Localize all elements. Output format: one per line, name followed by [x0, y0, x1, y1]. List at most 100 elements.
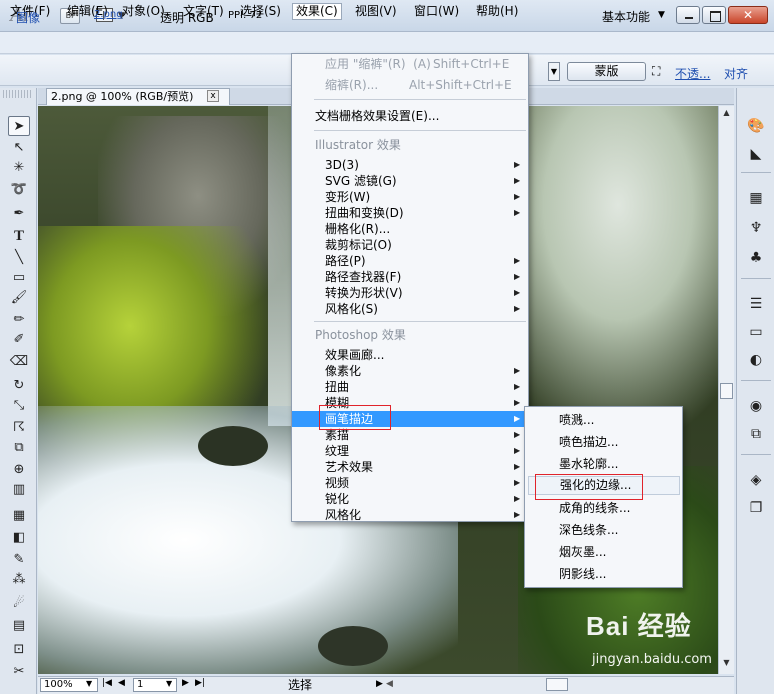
- menu-item-apply-last-effect[interactable]: 应用 "缩裤"(R) (A) Shift+Ctrl+E: [292, 56, 528, 72]
- vertical-scrollbar[interactable]: ▲ ▼: [718, 106, 734, 674]
- baidu-watermark: Bai 经验 jingyan.baidu.com: [586, 606, 771, 686]
- type-tool-icon[interactable]: T: [8, 226, 30, 246]
- color-guide-icon[interactable]: ◣: [745, 144, 767, 164]
- brushes-icon[interactable]: ♆: [745, 218, 767, 238]
- menu-item-crop-marks[interactable]: 裁剪标记(O): [292, 237, 528, 253]
- scroll-thumb[interactable]: [720, 383, 733, 399]
- chevron-down-icon[interactable]: ▼: [658, 10, 665, 20]
- rotate-tool-icon[interactable]: ↻: [8, 376, 30, 396]
- graph-tool-icon[interactable]: ▥: [8, 480, 30, 500]
- menu-item-distort[interactable]: 扭曲 ▶: [292, 379, 528, 395]
- menu-item-rasterize[interactable]: 栅格化(R)...: [292, 221, 528, 237]
- gradient-panel-icon[interactable]: ▭: [745, 322, 767, 342]
- symbol-sprayer-tool-icon[interactable]: ☄: [8, 594, 30, 614]
- pencil-tool-icon[interactable]: ✏: [8, 310, 30, 330]
- menu-item-pixelate[interactable]: 像素化 ▶: [292, 363, 528, 379]
- pen-tool-icon[interactable]: ✒: [8, 204, 30, 224]
- menu-item-last-effect[interactable]: 缩裤(R)... Alt+Shift+Ctrl+E: [292, 77, 528, 93]
- panel-grip[interactable]: [3, 90, 33, 98]
- eraser-tool-icon[interactable]: ⌫: [8, 352, 30, 372]
- document-tab[interactable]: 2.png @ 100% (RGB/预览): [46, 88, 230, 105]
- menu-item-effect-gallery[interactable]: 效果画廊...: [292, 347, 528, 363]
- chevron-down-icon[interactable]: ▼: [86, 679, 92, 688]
- image-label-link[interactable]: 图像: [16, 9, 40, 26]
- menu-item-pathfinder[interactable]: 路径查找器(F) ▶: [292, 269, 528, 285]
- menu-item-distort-transform[interactable]: 扭曲和变换(D) ▶: [292, 205, 528, 221]
- artboard-tool-icon[interactable]: ⊡: [8, 640, 30, 660]
- graphic-styles-icon[interactable]: ⧉: [745, 424, 767, 444]
- eyedropper-tool-icon[interactable]: ✎: [8, 550, 30, 570]
- transparency-panel-icon[interactable]: ◐: [745, 350, 767, 370]
- status-menu-icon[interactable]: ▶: [376, 679, 383, 689]
- mesh-tool-icon[interactable]: ▦: [8, 506, 30, 526]
- rectangle-tool-icon[interactable]: ▭: [8, 268, 30, 288]
- appearance-icon[interactable]: ◉: [745, 396, 767, 416]
- submenu-item-crosshatch[interactable]: 阴影线...: [525, 565, 682, 584]
- menu-item-stylize-illustrator[interactable]: 风格化(S) ▶: [292, 301, 528, 317]
- menu-view[interactable]: 视图(V): [352, 3, 400, 20]
- mask-button[interactable]: 蒙版: [567, 62, 646, 81]
- submenu-item-sumi-e[interactable]: 烟灰墨...: [525, 543, 682, 562]
- control-dropdown[interactable]: ▼: [548, 62, 560, 81]
- menu-item-artistic[interactable]: 艺术效果 ▶: [292, 459, 528, 475]
- last-page-icon[interactable]: ▶|: [195, 678, 205, 688]
- menu-item-stylize-photoshop[interactable]: 风格化 ▶: [292, 507, 528, 523]
- lasso-tool-icon[interactable]: ➰: [8, 180, 30, 200]
- menu-item-document-raster-settings[interactable]: 文档栅格效果设置(E)...: [292, 108, 528, 124]
- menu-item-svg-filters[interactable]: SVG 滤镜(G) ▶: [292, 173, 528, 189]
- scroll-left-icon[interactable]: ◀: [386, 679, 393, 689]
- layers-icon[interactable]: ◈: [745, 470, 767, 490]
- chevron-down-icon[interactable]: ▼: [166, 679, 172, 688]
- line-tool-icon[interactable]: ╲: [8, 248, 30, 268]
- menu-help[interactable]: 帮助(H): [473, 3, 521, 20]
- submenu-item-ink-outlines[interactable]: 墨水轮廓...: [525, 455, 682, 474]
- warp-tool-icon[interactable]: ☈: [8, 418, 30, 438]
- scale-tool-icon[interactable]: ⤡: [8, 396, 30, 416]
- magic-wand-tool-icon[interactable]: ✳: [8, 158, 30, 178]
- horizontal-scroll-thumb[interactable]: [546, 678, 568, 691]
- menu-item-warp[interactable]: 变形(W) ▶: [292, 189, 528, 205]
- gradient-tool-icon[interactable]: ◧: [8, 528, 30, 548]
- blob-brush-tool-icon[interactable]: ✐: [8, 330, 30, 350]
- minimize-button[interactable]: [676, 6, 700, 24]
- menu-item-sharpen[interactable]: 锐化 ▶: [292, 491, 528, 507]
- shape-builder-tool-icon[interactable]: ⊕: [8, 460, 30, 480]
- first-page-icon[interactable]: |◀: [102, 678, 112, 688]
- paintbrush-tool-icon[interactable]: 🖌: [8, 288, 30, 308]
- menu-window[interactable]: 窗口(W): [411, 3, 462, 20]
- slice-tool-icon[interactable]: ✂: [8, 662, 30, 682]
- status-text[interactable]: 选择: [288, 678, 312, 692]
- column-graph-tool-icon[interactable]: ▤: [8, 616, 30, 636]
- selection-tool-icon[interactable]: ➤: [8, 116, 30, 136]
- color-panel-icon[interactable]: 🎨: [745, 116, 767, 136]
- menu-item-convert-to-shape[interactable]: 转换为形状(V) ▶: [292, 285, 528, 301]
- menu-item-3d[interactable]: 3D(3) ▶: [292, 157, 528, 173]
- next-page-icon[interactable]: ▶: [182, 678, 189, 688]
- menu-item-video[interactable]: 视频 ▶: [292, 475, 528, 491]
- previous-page-icon[interactable]: ◀: [118, 678, 125, 688]
- direct-selection-tool-icon[interactable]: ↖: [8, 138, 30, 158]
- menu-item-path[interactable]: 路径(P) ▶: [292, 253, 528, 269]
- free-transform-tool-icon[interactable]: ⧉: [8, 438, 30, 458]
- linked-file-link[interactable]: 2.png: [94, 9, 123, 20]
- blend-tool-icon[interactable]: ⁂: [8, 570, 30, 590]
- stroke-icon[interactable]: ☰: [745, 294, 767, 314]
- maximize-button[interactable]: [702, 6, 726, 24]
- menu-effect[interactable]: 效果(C): [292, 3, 342, 20]
- artboards-icon[interactable]: ❐: [745, 498, 767, 518]
- symbols-icon[interactable]: ♣: [745, 248, 767, 268]
- menu-item-texture[interactable]: 纹理 ▶: [292, 443, 528, 459]
- submenu-item-spatter[interactable]: 喷溅...: [525, 411, 682, 430]
- divider: [741, 278, 771, 282]
- submenu-item-angled-strokes[interactable]: 成角的线条...: [525, 499, 682, 518]
- swatches-icon[interactable]: ▦: [745, 188, 767, 208]
- close-icon[interactable]: x: [207, 90, 219, 102]
- scroll-up-icon[interactable]: ▲: [720, 108, 733, 120]
- close-button[interactable]: ✕: [728, 6, 768, 24]
- transform-icon[interactable]: ⛶: [652, 64, 660, 79]
- submenu-item-sprayed-strokes[interactable]: 喷色描边...: [525, 433, 682, 452]
- align-link[interactable]: 对齐: [724, 65, 748, 82]
- submenu-item-dark-strokes[interactable]: 深色线条...: [525, 521, 682, 540]
- workspace-switcher[interactable]: 基本功能: [602, 8, 650, 25]
- opacity-link[interactable]: 不透...: [675, 65, 710, 82]
